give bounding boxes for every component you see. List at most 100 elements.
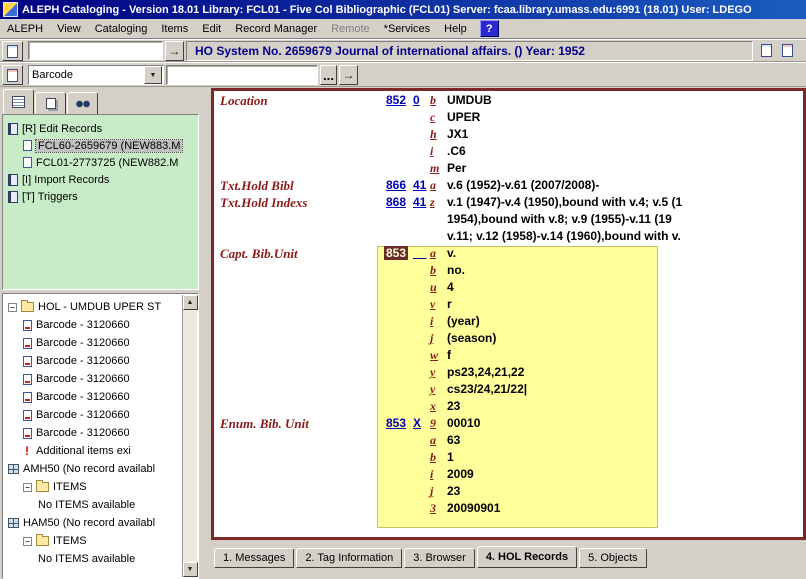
tree-item[interactable]: No ITEMS available [3,496,198,514]
subfield-code[interactable]: c [430,110,435,125]
subfield-value[interactable]: .C6 [447,144,466,158]
tab-4-hol-records[interactable]: 4. HOL Records [477,546,577,568]
subfield-value[interactable]: v.11; v.12 (1958)-v.14 (1960),bound with… [447,229,681,243]
menu-view[interactable]: View [50,21,88,37]
subfield-code[interactable]: y [430,382,435,397]
subfield-value[interactable]: 63 [447,433,460,447]
left-tab-3[interactable] [67,92,98,114]
subfield-value[interactable]: no. [447,263,465,277]
subfield-value[interactable]: (season) [447,331,496,345]
subfield-code[interactable]: a [430,178,436,193]
tree-item[interactable]: [R] Edit Records [3,120,198,137]
tree-item[interactable]: Barcode - 3120660 [3,424,198,442]
subfield-value[interactable]: 1954),bound with v.8; v.9 (1955)-v.11 (1… [447,212,672,226]
tree-item[interactable]: HAM50 (No record availabl [3,514,198,532]
tab-1-messages[interactable]: 1. Messages [214,548,294,568]
field-indicator[interactable]: 41 [413,178,426,192]
subfield-code[interactable]: m [430,161,439,176]
search-type-combo[interactable]: ▼ [28,65,164,85]
subfield-code[interactable]: z [430,195,435,210]
search-value-input[interactable] [166,65,318,85]
subfield-code[interactable]: 9 [430,416,436,431]
scroll-up-icon[interactable]: ▲ [183,295,198,310]
field-tag[interactable]: 852 [386,93,406,107]
subfield-code[interactable]: b [430,450,436,465]
chevron-down-icon[interactable]: ▼ [144,66,162,84]
collapse-box-icon[interactable]: − [8,303,17,312]
subfield-value[interactable]: ps23,24,21,22 [447,365,524,379]
menu-help[interactable]: Help [437,21,474,37]
subfield-code[interactable]: i [430,314,433,329]
search-go-button[interactable]: → [339,65,358,85]
open-record-button[interactable] [2,41,23,61]
field-indicator[interactable]: X [413,416,421,430]
record-number-input[interactable] [28,41,163,60]
scroll-down-icon[interactable]: ▼ [183,562,198,577]
tree-item[interactable]: FCL60-2659679 (NEW883.M [3,137,198,154]
subfield-value[interactable]: JX1 [447,127,468,141]
subfield-value[interactable]: 2009 [447,467,474,481]
tree-item[interactable]: FCL01-2773725 (NEW882.M [3,154,198,171]
help-icon[interactable]: ? [480,20,499,37]
tree-item[interactable]: Barcode - 3120660 [3,388,198,406]
field-tag[interactable]: 853 [384,246,408,260]
field-indicator[interactable]: 0 [413,93,420,107]
tree-item[interactable]: !Additional items exi [3,442,198,460]
tab-3-browser[interactable]: 3. Browser [404,548,475,568]
menu-aleph[interactable]: ALEPH [0,21,50,37]
subfield-value[interactable]: (year) [447,314,480,328]
subfield-value[interactable]: 23 [447,399,460,413]
subfield-code[interactable]: a [430,433,436,448]
menu--services[interactable]: *Services [377,21,437,37]
subfield-code[interactable]: 3 [430,501,436,516]
left-tab-2[interactable] [35,92,66,114]
subfield-value[interactable]: UPER [447,110,480,124]
subfield-value[interactable]: 20090901 [447,501,500,515]
menu-cataloging[interactable]: Cataloging [88,21,155,37]
tab-5-objects[interactable]: 5. Objects [579,548,647,568]
subfield-value[interactable]: UMDUB [447,93,492,107]
subfield-value[interactable]: 4 [447,280,454,294]
subfield-value[interactable]: Per [447,161,466,175]
subfield-code[interactable]: b [430,263,436,278]
subfield-value[interactable]: 00010 [447,416,480,430]
menu-record-manager[interactable]: Record Manager [228,21,324,37]
left-tab-1[interactable] [3,89,34,114]
subfield-code[interactable]: x [430,399,436,414]
collapse-box-icon[interactable]: − [23,483,32,492]
subfield-code[interactable]: j [430,484,433,499]
overview-scrollbar[interactable]: ▲ ▼ [182,295,197,577]
field-indicator[interactable]: __ [413,246,426,260]
subfield-code[interactable]: i [430,467,433,482]
tree-item[interactable]: Barcode - 3120660 [3,370,198,388]
title-bar[interactable]: ALEPH Cataloging - Version 18.01 Library… [0,0,806,19]
subfield-code[interactable]: i [430,144,433,159]
tree-item[interactable]: Barcode - 3120660 [3,316,198,334]
item-bar-button[interactable] [2,65,23,85]
tab-2-tag-information[interactable]: 2. Tag Information [296,548,402,568]
tree-item[interactable]: Barcode - 3120660 [3,352,198,370]
new-record-button[interactable] [756,41,776,60]
tree-item[interactable]: AMH50 (No record availabl [3,460,198,478]
menu-edit[interactable]: Edit [195,21,228,37]
tree-item[interactable]: [T] Triggers [3,188,198,205]
subfield-value[interactable]: v.6 (1952)-v.61 (2007/2008)- [447,178,599,192]
subfield-value[interactable]: 1 [447,450,454,464]
tree-item[interactable]: −ITEMS [3,532,198,550]
subfield-code[interactable]: b [430,93,436,108]
field-indicator[interactable]: 41 [413,195,426,209]
field-tag[interactable]: 868 [386,195,406,209]
subfield-code[interactable]: j [430,331,433,346]
subfield-code[interactable]: w [430,348,438,363]
field-tag[interactable]: 853 [386,416,406,430]
subfield-value[interactable]: 23 [447,484,460,498]
subfield-code[interactable]: u [430,280,437,295]
subfield-value[interactable]: f [447,348,451,362]
duplicate-record-button[interactable] [777,41,797,60]
collapse-box-icon[interactable]: − [23,537,32,546]
menu-items[interactable]: Items [154,21,195,37]
tree-item[interactable]: No ITEMS available [3,550,198,568]
subfield-value[interactable]: v.1 (1947)-v.4 (1950),bound with v.4; v.… [447,195,682,209]
subfield-value[interactable]: cs23/24,21/22| [447,382,527,396]
record-go-button[interactable]: → [165,41,184,61]
